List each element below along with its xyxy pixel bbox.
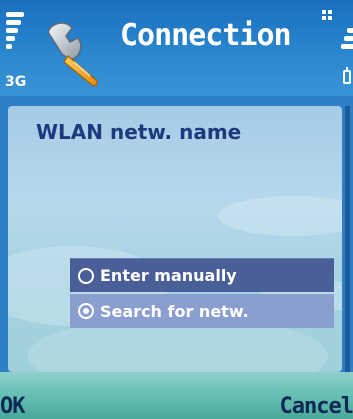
status-bar: 3G Connection: [0, 0, 353, 96]
scrollbar[interactable]: [345, 106, 350, 372]
dialog-prompt: WLAN netw. name: [36, 120, 242, 144]
softkey-bar: OK Cancel: [0, 372, 353, 419]
option-enter-manually[interactable]: Enter manually: [70, 258, 334, 292]
ok-softkey[interactable]: OK: [0, 394, 25, 419]
option-label: Search for netw.: [100, 301, 249, 321]
wrench-settings-icon: [38, 18, 110, 90]
network-type-label: 3G: [5, 74, 27, 90]
background-cloud: [218, 196, 342, 236]
option-label: Enter manually: [100, 266, 237, 285]
option-search-for-network[interactable]: Search for netw.: [70, 294, 334, 328]
signal-strength-icon: [6, 12, 24, 52]
page-title: Connection: [120, 18, 292, 53]
radio-unselected-icon: [78, 267, 94, 284]
battery-icon: [343, 67, 351, 84]
menu-grid-icon[interactable]: [322, 10, 333, 21]
radio-selected-icon: [78, 303, 94, 319]
dialog-panel: WLAN netw. name Enter manually Search fo…: [8, 106, 342, 372]
battery-level-icon: [339, 28, 353, 52]
cancel-softkey[interactable]: Cancel: [280, 394, 353, 419]
